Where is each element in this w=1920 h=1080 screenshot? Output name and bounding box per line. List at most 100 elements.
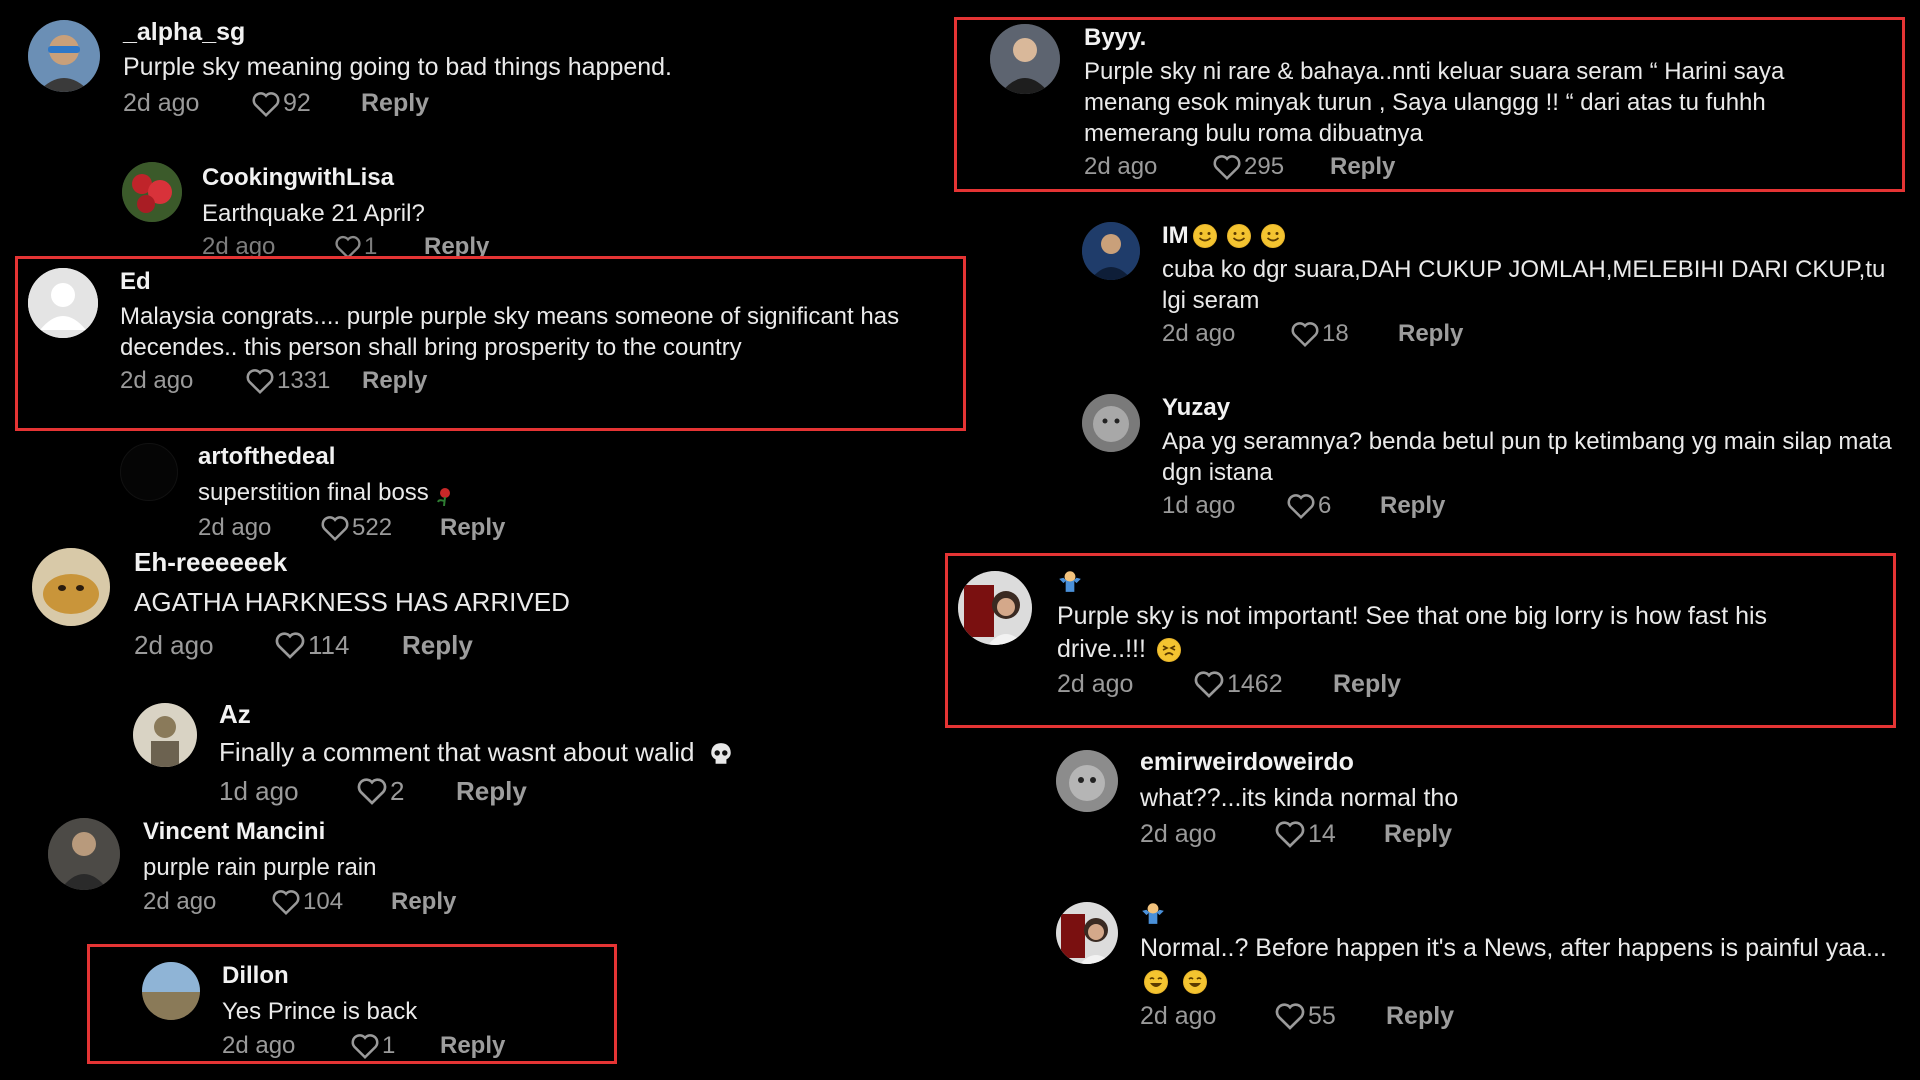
comment-text: Finally a comment that wasnt about walid (219, 736, 695, 767)
like-button[interactable]: 92 (251, 89, 361, 118)
like-button[interactable]: 114 (274, 630, 402, 661)
like-count: 1462 (1227, 669, 1283, 698)
smile-emoji-icon (1260, 223, 1285, 248)
heart-outline-icon[interactable] (274, 630, 306, 660)
avatar[interactable] (28, 268, 98, 338)
heart-outline-icon[interactable] (1274, 1001, 1306, 1031)
avatar[interactable] (120, 443, 178, 501)
comment-text: Purple sky ni rare & bahaya..nnti keluar… (1084, 57, 1785, 147)
comment-username[interactable]: Eh-reeeeeek (134, 547, 774, 578)
comment-time: 2d ago (143, 887, 217, 915)
like-button[interactable]: 1462 (1193, 669, 1333, 699)
comment-text: Apa yg seramnya? benda betul pun tp keti… (1162, 427, 1892, 486)
like-button[interactable]: 104 (271, 888, 391, 916)
comment-time: 2d ago (222, 1031, 296, 1059)
avatar[interactable] (133, 703, 197, 767)
comment-time: 2d ago (1140, 1001, 1217, 1030)
heart-outline-icon[interactable] (1193, 669, 1225, 699)
avatar[interactable] (990, 24, 1060, 94)
smile-emoji-icon (1226, 223, 1251, 248)
heart-outline-icon[interactable] (320, 514, 350, 542)
reply-button[interactable]: Reply (361, 89, 429, 118)
like-count: 1 (364, 232, 378, 260)
comment-text: Yes Prince is back (222, 997, 418, 1025)
heart-outline-icon[interactable] (271, 888, 301, 916)
comment-text: Earthquake 21 April? (202, 199, 425, 227)
comment-time: 2d ago (198, 513, 272, 541)
avatar[interactable] (28, 20, 100, 92)
avatar[interactable] (1082, 222, 1140, 280)
heart-outline-icon[interactable] (251, 90, 281, 118)
smile-emoji-icon (1192, 223, 1217, 248)
comment-username[interactable]: Ed (120, 268, 950, 296)
comment-username[interactable]: Az (219, 699, 829, 730)
comment-username[interactable]: Vincent Mancini (143, 818, 743, 846)
comment-time: 2d ago (1084, 153, 1158, 181)
reply-button[interactable]: Reply (440, 1032, 505, 1060)
reply-button[interactable]: Reply (440, 514, 505, 542)
reply-button[interactable]: Reply (1333, 670, 1401, 699)
like-button[interactable]: 6 (1286, 492, 1380, 520)
avatar[interactable] (1056, 902, 1118, 964)
comment-time: 1d ago (219, 775, 299, 806)
like-count: 55 (1308, 1001, 1336, 1030)
reply-button[interactable]: Reply (402, 630, 473, 661)
reply-button[interactable]: Reply (1380, 492, 1445, 520)
comment-username[interactable]: CookingwithLisa (202, 164, 702, 192)
like-button[interactable]: 1 (334, 233, 424, 261)
like-button[interactable]: 14 (1274, 819, 1384, 849)
tired-face-emoji-icon (1156, 637, 1181, 662)
like-button[interactable]: 2 (356, 776, 456, 807)
heart-outline-icon[interactable] (350, 1032, 380, 1060)
like-button[interactable]: 18 (1290, 320, 1398, 348)
comment-text: what??...its kinda normal tho (1140, 783, 1459, 812)
avatar[interactable] (1056, 750, 1118, 812)
comment-username[interactable]: Byyy. (1084, 24, 1874, 52)
comment-time: 2d ago (120, 366, 194, 394)
comment-username[interactable]: emirweirdoweirdo (1140, 748, 1840, 777)
heart-outline-icon[interactable] (245, 367, 275, 395)
like-button[interactable]: 522 (320, 514, 440, 542)
reply-button[interactable]: Reply (391, 888, 456, 916)
comment-username[interactable]: Dillon (222, 962, 592, 990)
reply-button[interactable]: Reply (362, 367, 427, 395)
comment-username[interactable]: artofthedeal (198, 443, 698, 471)
reply-button[interactable]: Reply (1398, 320, 1463, 348)
like-count: 295 (1244, 153, 1285, 181)
reply-button[interactable]: Reply (1384, 820, 1452, 849)
avatar[interactable] (48, 818, 120, 890)
heart-outline-icon[interactable] (356, 776, 388, 806)
reply-button[interactable]: Reply (1386, 1002, 1454, 1031)
like-count: 1 (382, 1031, 396, 1059)
reply-button[interactable]: Reply (424, 233, 489, 261)
comment-username[interactable]: Yuzay (1162, 394, 1907, 422)
reply-button[interactable]: Reply (456, 776, 527, 807)
comment-time: 2d ago (123, 89, 200, 118)
heart-outline-icon[interactable] (1286, 492, 1316, 520)
avatar[interactable] (958, 571, 1032, 645)
avatar[interactable] (1082, 394, 1140, 452)
skull-emoji-icon (708, 741, 734, 767)
like-count: 522 (352, 513, 393, 541)
like-count: 2 (390, 775, 405, 806)
laughing-emoji-icon (1182, 969, 1207, 994)
reply-button[interactable]: Reply (1330, 153, 1395, 181)
comment-time: 2d ago (1140, 819, 1217, 848)
comment-time: 2d ago (202, 232, 276, 260)
heart-outline-icon[interactable] (334, 234, 362, 260)
like-button[interactable]: 1331 (245, 367, 362, 395)
heart-outline-icon[interactable] (1212, 153, 1242, 181)
like-count: 6 (1318, 491, 1332, 519)
like-button[interactable]: 295 (1212, 153, 1330, 181)
like-count: 1331 (277, 366, 331, 394)
avatar[interactable] (32, 548, 110, 626)
like-button[interactable]: 1 (350, 1032, 440, 1060)
like-button[interactable]: 55 (1274, 1001, 1386, 1031)
heart-outline-icon[interactable] (1290, 320, 1320, 348)
avatar[interactable] (122, 162, 182, 222)
comment-username[interactable]: IM (1162, 222, 1189, 250)
avatar[interactable] (142, 962, 200, 1020)
comment-text: purple rain purple rain (143, 853, 377, 881)
comment-username[interactable]: _alpha_sg (123, 18, 803, 47)
heart-outline-icon[interactable] (1274, 819, 1306, 849)
